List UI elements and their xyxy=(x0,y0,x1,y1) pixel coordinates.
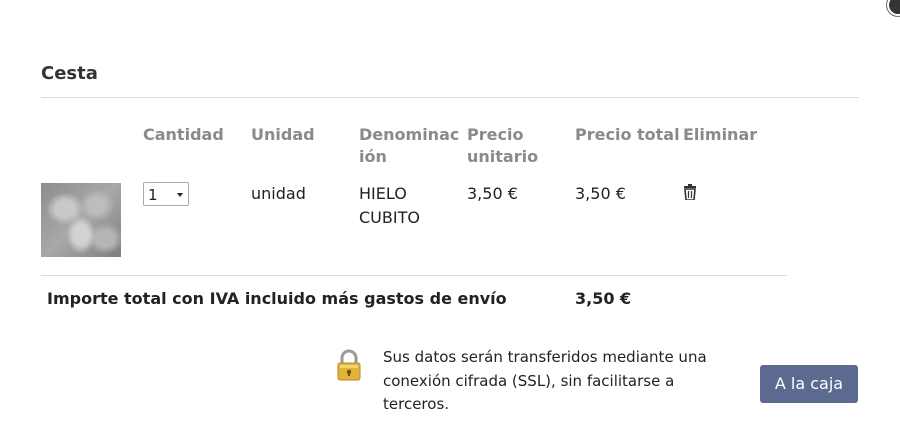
quantity-value: 1 xyxy=(148,186,158,204)
quantity-select[interactable]: 1 xyxy=(143,182,189,206)
header-delete: Eliminar xyxy=(683,125,758,144)
header-total-price: Precio total xyxy=(575,125,680,144)
header-unit-price: Precio unitario xyxy=(467,125,539,166)
item-total-price: 3,50 € xyxy=(575,184,626,203)
total-label: Importe total con IVA incluido más gasto… xyxy=(47,289,507,308)
header-unit: Unidad xyxy=(251,125,315,144)
item-name: HIELO CUBITO xyxy=(359,184,420,227)
header-quantity: Cantidad xyxy=(143,125,224,144)
chevron-down-icon xyxy=(177,193,183,197)
close-circle-icon[interactable] xyxy=(887,0,900,16)
cart-title: Cesta xyxy=(41,63,98,84)
item-unit-price: 3,50 € xyxy=(467,184,518,203)
item-unit: unidad xyxy=(251,184,306,203)
product-thumbnail[interactable] xyxy=(41,183,121,257)
divider xyxy=(41,97,859,98)
lock-icon xyxy=(337,349,361,381)
divider xyxy=(41,275,787,276)
ssl-note: Sus datos serán transferidos mediante un… xyxy=(383,348,707,413)
total-value: 3,50 € xyxy=(575,289,632,308)
checkout-button[interactable]: A la caja xyxy=(760,365,858,403)
header-name: Denominación xyxy=(359,125,460,166)
trash-icon[interactable] xyxy=(683,184,697,200)
